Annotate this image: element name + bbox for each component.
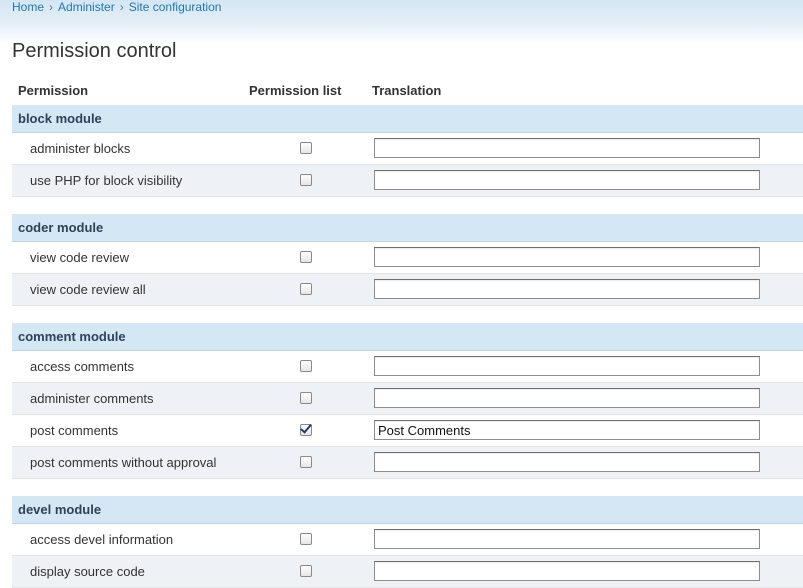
permission-label: view code review all xyxy=(30,282,146,297)
translation-input[interactable] xyxy=(374,529,760,549)
permission-row: administer comments xyxy=(12,383,803,415)
permission-label: post comments without approval xyxy=(30,455,217,470)
column-header-translation: Translation xyxy=(372,83,442,98)
permission-row: access comments xyxy=(12,351,803,383)
module-header: coder module xyxy=(12,214,803,242)
module-name: devel module xyxy=(18,502,102,517)
permission-checkbox[interactable] xyxy=(300,283,312,295)
permission-label: administer comments xyxy=(30,391,154,406)
translation-input[interactable] xyxy=(374,561,760,581)
translation-input[interactable] xyxy=(374,138,760,158)
translation-input[interactable] xyxy=(374,279,760,299)
module-name: block module xyxy=(18,111,102,126)
modules-container: block module administer blocks use PHP for… xyxy=(12,105,803,588)
permission-checkbox[interactable] xyxy=(300,142,312,154)
permission-label: access devel information xyxy=(30,532,174,547)
module-header: block module xyxy=(12,105,803,133)
permission-checkbox[interactable] xyxy=(300,360,312,372)
permission-checkbox[interactable] xyxy=(300,392,312,404)
column-header-permission-list: Permission list xyxy=(249,83,342,98)
permission-row: use PHP for block visibility xyxy=(12,165,803,197)
column-header-permission: Permission xyxy=(18,83,89,98)
permission-label: post comments xyxy=(30,423,119,438)
permission-row: post comments xyxy=(12,415,803,447)
permission-checkbox[interactable] xyxy=(300,533,312,545)
translation-input[interactable] xyxy=(374,452,760,472)
permission-label: display source code xyxy=(30,564,145,579)
permission-checkbox[interactable] xyxy=(300,424,312,436)
translation-input[interactable] xyxy=(374,170,760,190)
permission-row: access devel information xyxy=(12,524,803,556)
translation-input[interactable] xyxy=(374,420,760,440)
permission-label: access comments xyxy=(30,359,135,374)
permission-checkbox[interactable] xyxy=(300,251,312,263)
permission-row: view code review xyxy=(12,242,803,274)
permissions-table: Permission Permission list Translation b… xyxy=(12,78,803,588)
permission-row: administer blocks xyxy=(12,133,803,165)
permission-row: post comments without approval xyxy=(12,447,803,479)
table-header: Permission Permission list Translation xyxy=(12,78,803,105)
permission-checkbox[interactable] xyxy=(300,456,312,468)
module-name: coder module xyxy=(18,220,104,235)
breadcrumb: Home › Administer › Site configuration xyxy=(0,0,803,22)
module-name: comment module xyxy=(18,329,126,344)
breadcrumb-separator: › xyxy=(49,0,54,14)
breadcrumb-administer-link[interactable]: Administer xyxy=(58,0,115,14)
breadcrumb-site-configuration-link[interactable]: Site configuration xyxy=(129,0,222,14)
permission-checkbox[interactable] xyxy=(300,565,312,577)
permission-label: view code review xyxy=(30,250,129,265)
breadcrumb-home-link[interactable]: Home xyxy=(12,0,44,14)
module-header: comment module xyxy=(12,323,803,351)
page-title: Permission control xyxy=(12,40,177,62)
permission-label: administer blocks xyxy=(30,141,131,156)
translation-input[interactable] xyxy=(374,388,760,408)
permission-label: use PHP for block visibility xyxy=(30,173,183,188)
permission-row: display source code xyxy=(12,556,803,588)
breadcrumb-separator: › xyxy=(119,0,124,14)
permission-row: view code review all xyxy=(12,274,803,306)
module-header: devel module xyxy=(12,496,803,524)
translation-input[interactable] xyxy=(374,247,760,267)
permission-checkbox[interactable] xyxy=(300,174,312,186)
translation-input[interactable] xyxy=(374,356,760,376)
